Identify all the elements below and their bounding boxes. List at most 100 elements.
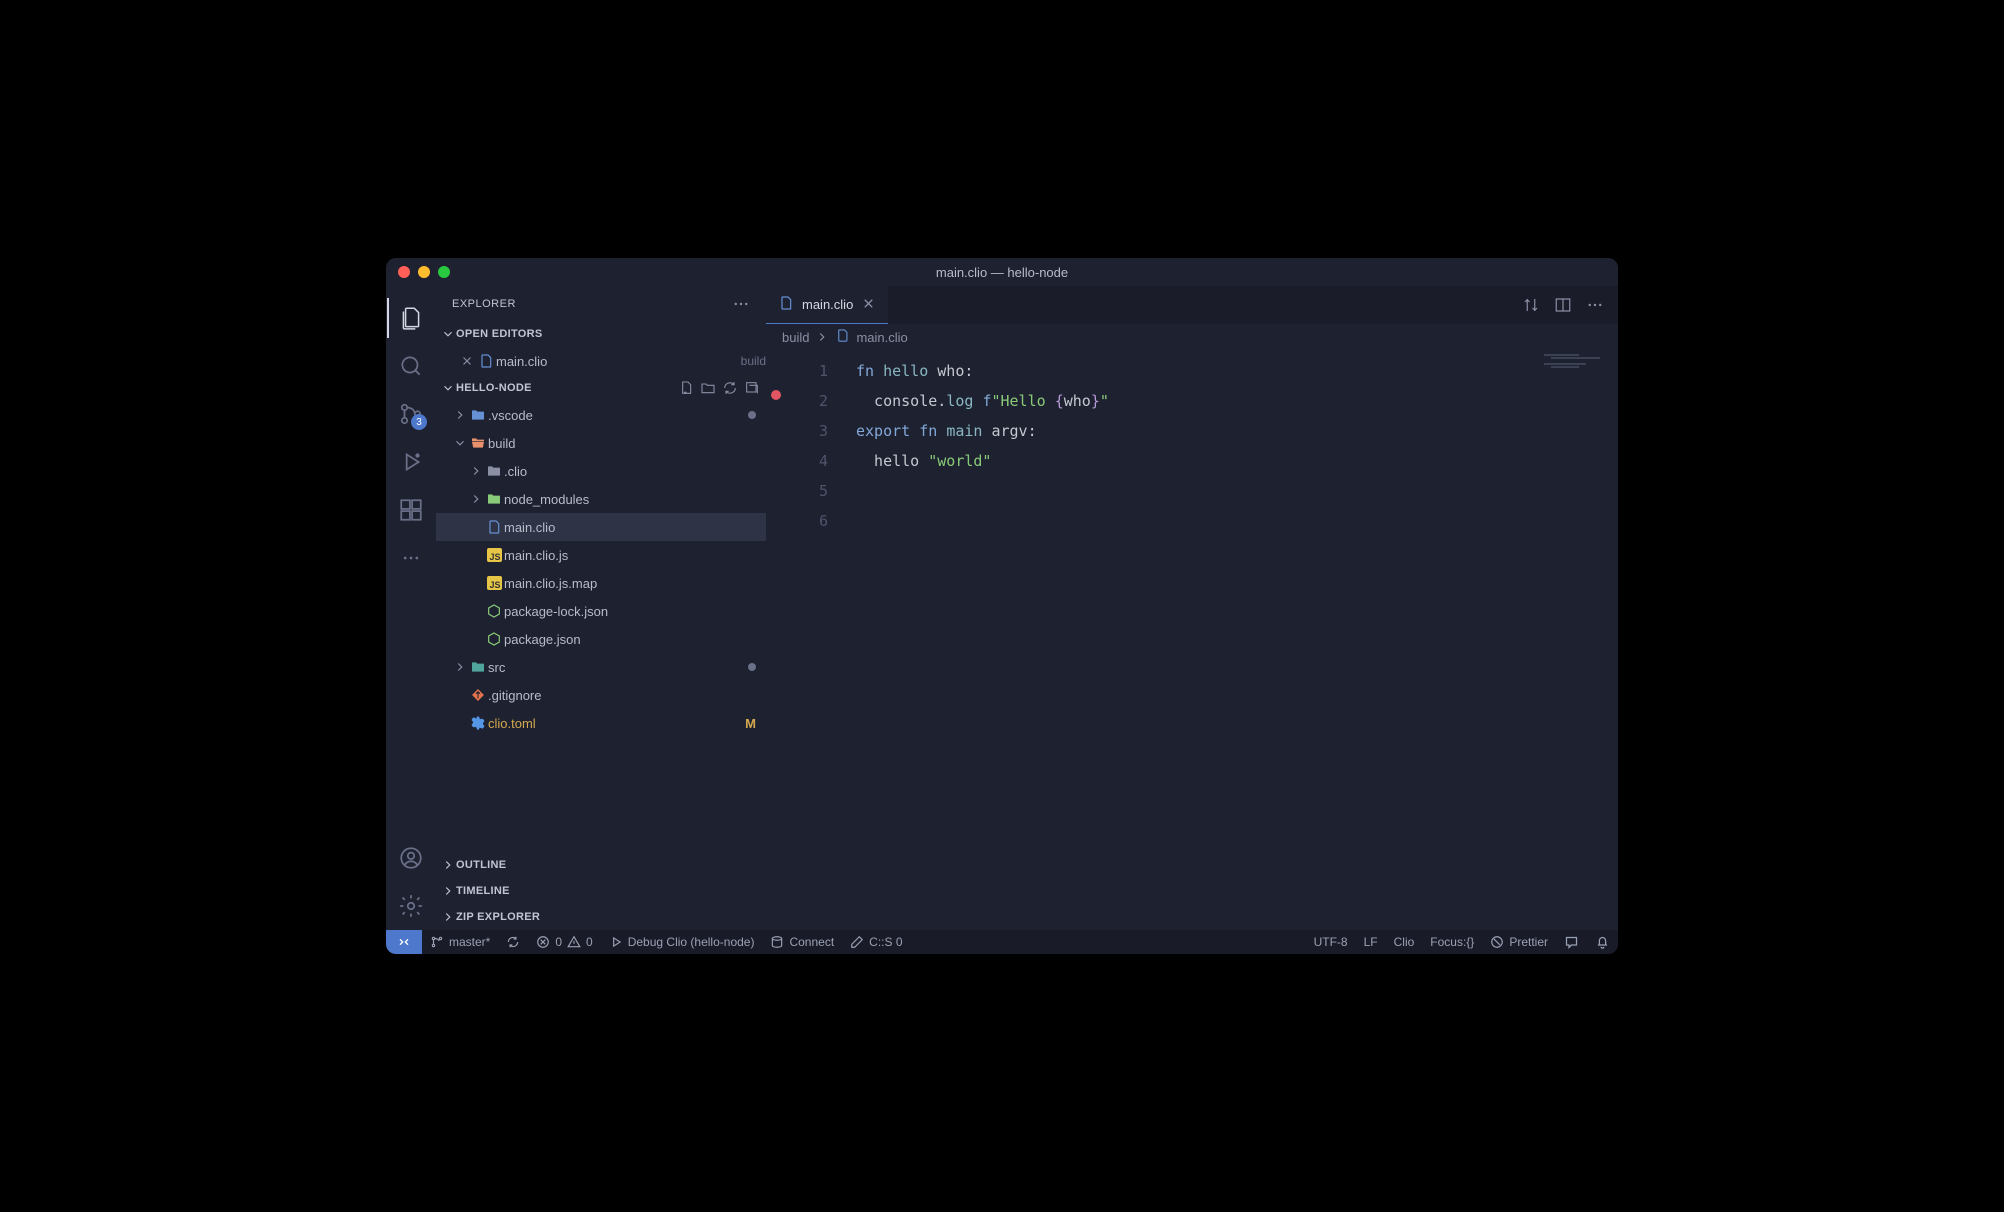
ellipsis-icon bbox=[401, 548, 421, 568]
code-content[interactable]: fn hello who: console.log f"Hello {who}"… bbox=[828, 350, 1618, 930]
split-icon[interactable] bbox=[1554, 296, 1572, 314]
chevron-down-icon bbox=[441, 327, 455, 341]
folder-open-icon bbox=[468, 435, 488, 451]
nodejs-icon bbox=[484, 603, 504, 619]
debug-icon bbox=[609, 935, 623, 949]
tree-folder-clio[interactable]: .clio bbox=[436, 457, 766, 485]
tree-file-clio-toml[interactable]: clio.toml M bbox=[436, 709, 766, 737]
error-icon bbox=[536, 935, 550, 949]
tabs-row: main.clio bbox=[766, 286, 1618, 324]
status-eol[interactable]: LF bbox=[1356, 930, 1386, 954]
tab-main-clio[interactable]: main.clio bbox=[766, 286, 888, 324]
zip-explorer-header[interactable]: ZIP EXPLORER bbox=[436, 904, 766, 930]
workspace-name: HELLO-NODE bbox=[456, 382, 532, 394]
status-branch[interactable]: master* bbox=[422, 930, 498, 954]
tree-file-package-json[interactable]: package.json bbox=[436, 625, 766, 653]
breakpoint-gutter[interactable] bbox=[766, 350, 786, 930]
modified-dot bbox=[748, 663, 756, 671]
status-language[interactable]: Clio bbox=[1386, 930, 1423, 954]
database-icon bbox=[770, 935, 784, 949]
activity-extensions[interactable] bbox=[387, 486, 435, 534]
sidebar: EXPLORER OPEN EDITORS main.clio build HE… bbox=[436, 286, 766, 930]
ellipsis-icon[interactable] bbox=[732, 295, 750, 313]
minimap[interactable] bbox=[1544, 354, 1614, 414]
gear-icon bbox=[468, 715, 488, 731]
status-problems[interactable]: 0 0 bbox=[528, 930, 600, 954]
tab-label: main.clio bbox=[802, 297, 853, 312]
tree-folder-vscode[interactable]: .vscode bbox=[436, 401, 766, 429]
open-editors-label: OPEN EDITORS bbox=[456, 328, 543, 340]
chevron-right-icon bbox=[453, 660, 467, 674]
remote-icon bbox=[396, 934, 412, 950]
breadcrumb-folder[interactable]: build bbox=[782, 330, 809, 345]
chevron-right-icon bbox=[469, 492, 483, 506]
tree-file-main-clio[interactable]: main.clio bbox=[436, 513, 766, 541]
open-editor-item[interactable]: main.clio build bbox=[436, 347, 766, 375]
status-feedback[interactable] bbox=[1556, 930, 1587, 954]
chevron-down-icon bbox=[441, 381, 455, 395]
activity-scm[interactable]: 3 bbox=[387, 390, 435, 438]
tree-file-main-clio-js[interactable]: JS main.clio.js bbox=[436, 541, 766, 569]
status-bell[interactable] bbox=[1587, 930, 1618, 954]
file-icon bbox=[484, 519, 504, 535]
activity-account[interactable] bbox=[387, 834, 435, 882]
tree-folder-src[interactable]: src bbox=[436, 653, 766, 681]
window-maximize[interactable] bbox=[438, 266, 450, 278]
tree-folder-node-modules[interactable]: node_modules bbox=[436, 485, 766, 513]
file-icon bbox=[835, 328, 850, 346]
folder-icon bbox=[468, 407, 488, 423]
breadcrumb-file[interactable]: main.clio bbox=[835, 328, 907, 346]
window-minimize[interactable] bbox=[418, 266, 430, 278]
activity-ellipsis[interactable] bbox=[387, 534, 435, 582]
scm-badge: 3 bbox=[411, 414, 427, 430]
traffic-lights bbox=[398, 266, 450, 278]
status-encoding[interactable]: UTF-8 bbox=[1306, 930, 1356, 954]
close-icon[interactable] bbox=[458, 354, 476, 368]
new-file-icon[interactable] bbox=[678, 380, 694, 396]
activity-debug[interactable] bbox=[387, 438, 435, 486]
status-prettier[interactable]: Prettier bbox=[1482, 930, 1556, 954]
collapse-icon[interactable] bbox=[744, 380, 760, 396]
tree-file-gitignore[interactable]: .gitignore bbox=[436, 681, 766, 709]
tree-file-main-clio-js-map[interactable]: JS main.clio.js.map bbox=[436, 569, 766, 597]
status-remote[interactable] bbox=[386, 930, 422, 954]
debug-icon bbox=[398, 449, 424, 475]
chevron-right-icon bbox=[469, 464, 483, 478]
ellipsis-icon[interactable] bbox=[1586, 296, 1604, 314]
body-area: 3 EXPLORER bbox=[386, 286, 1618, 930]
breakpoint-icon[interactable] bbox=[771, 390, 781, 400]
extensions-icon bbox=[398, 497, 424, 523]
new-folder-icon[interactable] bbox=[700, 380, 716, 396]
folder-icon bbox=[484, 491, 504, 507]
tree-file-package-lock[interactable]: package-lock.json bbox=[436, 597, 766, 625]
window-close[interactable] bbox=[398, 266, 410, 278]
activity-search[interactable] bbox=[387, 342, 435, 390]
compare-icon[interactable] bbox=[1522, 296, 1540, 314]
open-editors-header[interactable]: OPEN EDITORS bbox=[436, 321, 766, 347]
edit-icon bbox=[850, 935, 864, 949]
status-cs[interactable]: C::S 0 bbox=[842, 930, 910, 954]
folder-icon bbox=[484, 463, 504, 479]
tree-folder-build[interactable]: build bbox=[436, 429, 766, 457]
status-debug[interactable]: Debug Clio (hello-node) bbox=[601, 930, 763, 954]
close-icon[interactable] bbox=[861, 296, 876, 314]
workspace-header[interactable]: HELLO-NODE bbox=[436, 375, 766, 401]
chevron-right-icon bbox=[441, 910, 455, 924]
prettier-icon bbox=[1490, 935, 1504, 949]
line-numbers: 1 2 3 4 5 6 bbox=[786, 350, 828, 930]
outline-header[interactable]: OUTLINE bbox=[436, 852, 766, 878]
js-icon: JS bbox=[484, 576, 504, 590]
activity-settings[interactable] bbox=[387, 882, 435, 930]
status-connect[interactable]: Connect bbox=[762, 930, 842, 954]
js-icon: JS bbox=[484, 548, 504, 562]
breadcrumbs[interactable]: build main.clio bbox=[766, 324, 1618, 350]
sync-icon bbox=[506, 935, 520, 949]
files-icon bbox=[398, 305, 424, 331]
code-editor[interactable]: 1 2 3 4 5 6 fn hello who: console.log f"… bbox=[766, 350, 1618, 930]
activity-explorer[interactable] bbox=[387, 294, 435, 342]
timeline-header[interactable]: TIMELINE bbox=[436, 878, 766, 904]
branch-icon bbox=[430, 935, 444, 949]
status-sync[interactable] bbox=[498, 930, 528, 954]
status-focus[interactable]: Focus:{} bbox=[1422, 930, 1482, 954]
refresh-icon[interactable] bbox=[722, 380, 738, 396]
